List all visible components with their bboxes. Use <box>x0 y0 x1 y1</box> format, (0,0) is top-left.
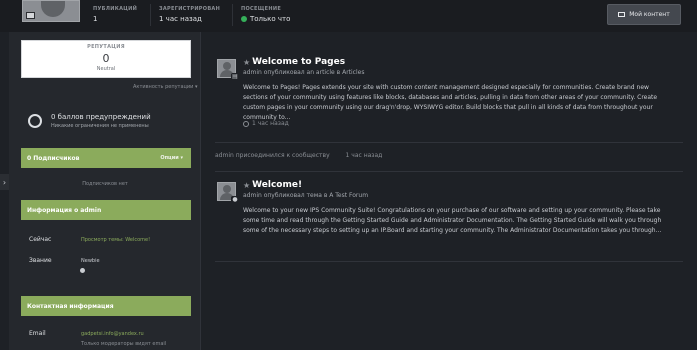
rank-pip <box>80 268 85 273</box>
activity-text: admin присоединился к сообществу <box>215 152 330 159</box>
stat-label: ПУБЛИКАЦИЙ <box>93 6 138 12</box>
warning-restrictions: Никакие ограничения не применены <box>51 123 149 129</box>
profile-sidebar: РЕПУТАЦИЯ 0 Neutral Активность репутации… <box>9 32 201 350</box>
reputation-level: Neutral <box>96 66 116 72</box>
star-icon: ★ <box>243 57 251 67</box>
stat-value: 1 час назад <box>159 15 202 23</box>
feed-divider <box>215 261 683 262</box>
contact-header: Контактная информация <box>21 296 191 316</box>
article-icon: ▤ <box>231 73 239 80</box>
stat-value: Только что <box>241 15 290 23</box>
rank-label: Звание <box>29 257 52 264</box>
activity-time: 1 час назад <box>345 152 383 159</box>
online-status-icon <box>241 16 247 22</box>
divider <box>150 4 151 26</box>
my-content-button[interactable]: Мой контент <box>607 4 681 25</box>
email-label: Email <box>29 330 46 337</box>
about-header: Информация о admin <box>21 200 191 220</box>
reputation-card: РЕПУТАЦИЯ 0 Neutral <box>21 40 191 78</box>
stat-registered: ЗАРЕГИСТРИРОВАН 1 час назад <box>159 6 220 23</box>
content-icon <box>618 12 626 17</box>
cover-avatar[interactable] <box>22 0 80 22</box>
post-excerpt: Welcome to your new IPS Community Suite!… <box>243 207 662 234</box>
my-content-label: Мой контент <box>629 11 670 18</box>
rank-value: Newbie <box>81 258 100 264</box>
reputation-activity-link[interactable]: Активность репутации ▾ <box>133 84 198 90</box>
now-label: Сейчас <box>29 236 52 243</box>
feed-divider <box>215 142 683 143</box>
stat-last-visit: ПОСЕЩЕНИЕ Только что <box>241 6 290 23</box>
post-time-text: 1 час назад <box>252 120 289 127</box>
stat-posts: ПУБЛИКАЦИЙ 1 <box>93 6 137 23</box>
warning-points-title: 0 баллов предупреждений <box>51 113 151 121</box>
reputation-link-text: Активность репутации <box>133 84 194 90</box>
followers-header: 0 Подписчиков Опции ▾ <box>21 148 191 168</box>
now-viewing-link[interactable]: Просмотр темы: Welcome! <box>81 237 150 243</box>
profile-header: ПУБЛИКАЦИЙ 1 ЗАРЕГИСТРИРОВАН 1 час назад… <box>0 0 697 32</box>
avatar-head <box>223 62 231 70</box>
star-icon: ★ <box>243 180 251 190</box>
followers-empty: Подписчиков нет <box>82 181 128 187</box>
post-title[interactable]: ★ Welcome! <box>243 180 302 190</box>
stat-label: ЗАРЕГИСТРИРОВАН <box>159 6 221 12</box>
warning-points-icon <box>28 114 42 128</box>
email-note: Только модераторы видят email <box>81 341 167 347</box>
post-meta: admin опубликовал тема в A Test Forum <box>243 192 369 199</box>
avatar-head <box>223 185 231 193</box>
post-excerpt: Welcome to Pages! Pages extends your sit… <box>243 84 658 121</box>
followers-title: 0 Подписчиков <box>27 154 80 162</box>
image-icon[interactable] <box>26 12 35 19</box>
post-title-text: Welcome to Pages <box>252 57 346 67</box>
email-link[interactable]: gadpetsi.info@yandex.ru <box>81 331 144 337</box>
feed-divider <box>215 171 683 172</box>
post-title-text: Welcome! <box>252 180 303 190</box>
options-label: Опции <box>160 155 179 161</box>
stat-label: ПОСЕЩЕНИЕ <box>241 6 282 12</box>
chevron-right-icon[interactable]: › <box>0 174 9 190</box>
post-title[interactable]: ★ Welcome to Pages <box>243 57 345 67</box>
stat-value: 1 <box>93 15 98 23</box>
divider <box>232 4 233 26</box>
contact-title: Контактная информация <box>27 302 114 310</box>
post-time: 1 час назад <box>243 120 289 127</box>
about-title: Информация о admin <box>27 206 102 214</box>
avatar-placeholder <box>41 1 65 17</box>
post-meta: admin опубликовал an article в Articles <box>243 69 365 76</box>
comment-icon: ● <box>231 196 239 203</box>
reputation-label: РЕПУТАЦИЯ <box>87 44 125 50</box>
join-activity: admin присоединился к сообществу 1 час н… <box>215 152 396 159</box>
followers-options-button[interactable]: Опции ▾ <box>160 155 183 161</box>
last-visit-value: Только что <box>250 15 291 23</box>
reputation-value: 0 <box>102 52 110 65</box>
avatar[interactable]: ▤ <box>217 59 239 80</box>
clock-icon <box>243 120 249 127</box>
avatar[interactable]: ● <box>217 182 239 203</box>
activity-feed: ▤ ★ Welcome to Pages admin опубликовал a… <box>210 32 697 350</box>
